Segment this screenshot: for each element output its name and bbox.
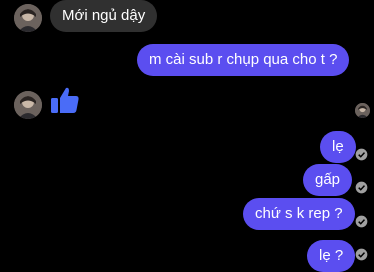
contact-avatar[interactable]	[14, 4, 42, 32]
outgoing-message-bubble[interactable]: lẹ	[320, 131, 356, 163]
outgoing-message-bubble[interactable]: lẹ ?	[307, 240, 356, 272]
sent-check-icon	[355, 248, 368, 261]
incoming-message-bubble[interactable]: Mới ngủ dậy	[50, 0, 158, 32]
sent-check-icon	[355, 215, 368, 228]
sent-check-icon	[355, 181, 368, 194]
outgoing-message-bubble[interactable]: chứ s k rep ?	[243, 198, 355, 230]
thumbs-up-icon	[51, 87, 79, 113]
outgoing-message-bubble[interactable]: gấp	[303, 164, 353, 196]
outgoing-message-bubble[interactable]: m cài sub r chụp qua cho t ?	[137, 44, 350, 76]
sent-check-icon	[355, 148, 368, 161]
contact-avatar[interactable]	[14, 91, 42, 119]
seen-avatar	[355, 103, 370, 118]
